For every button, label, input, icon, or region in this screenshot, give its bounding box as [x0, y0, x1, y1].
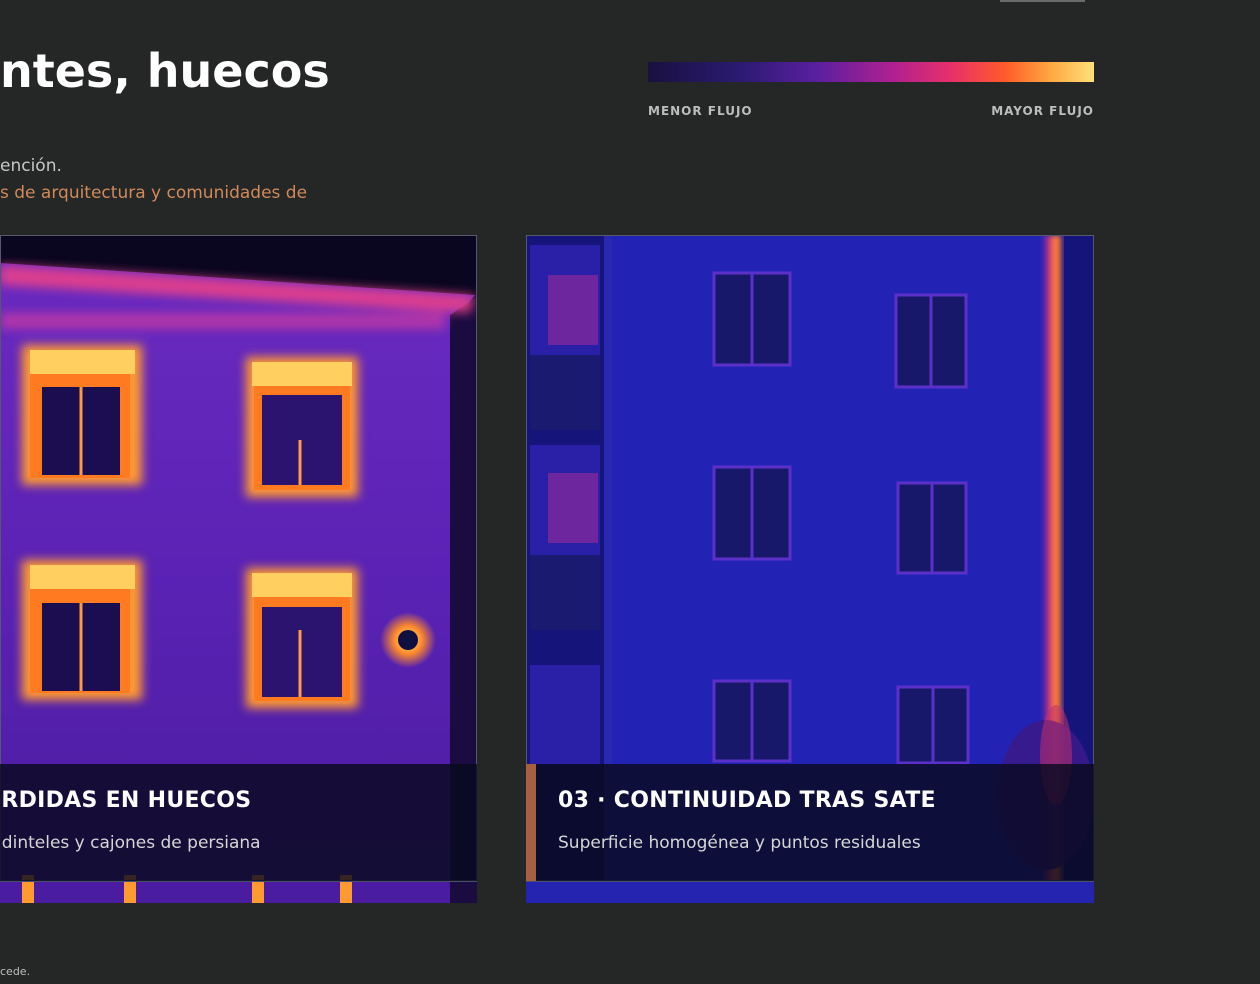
thermal-card-sate[interactable]: 03 · CONTINUIDAD TRAS SATE Superficie ho… [526, 235, 1094, 903]
card-title: 03 · CONTINUIDAD TRAS SATE [558, 788, 936, 813]
footnote: cede. [0, 965, 31, 978]
top-divider [1000, 0, 1085, 2]
page-title: ntes, huecos [0, 44, 330, 98]
card-accent-bar [526, 764, 536, 881]
legend-min-label: MENOR FLUJO [648, 104, 753, 118]
legend-max-label: MAYOR FLUJO [991, 104, 1094, 118]
intro-text-line-2: s de arquitectura y comunidades de [0, 183, 308, 203]
card-subtitle: Superficie homogénea y puntos residuales [558, 833, 921, 853]
card-caption: ÉRDIDAS EN HUECOS . dinteles y cajones d… [0, 764, 477, 882]
heat-flux-legend: MENOR FLUJO MAYOR FLUJO [648, 62, 1094, 132]
intro-text-line-1: ención. [0, 156, 62, 176]
heat-flux-gradient-bar [648, 62, 1094, 82]
card-caption: 03 · CONTINUIDAD TRAS SATE Superficie ho… [526, 764, 1094, 882]
thermal-card-huecos[interactable]: ÉRDIDAS EN HUECOS . dinteles y cajones d… [0, 235, 477, 903]
card-title: ÉRDIDAS EN HUECOS [0, 788, 252, 813]
card-subtitle: . dinteles y cajones de persiana [0, 833, 261, 853]
